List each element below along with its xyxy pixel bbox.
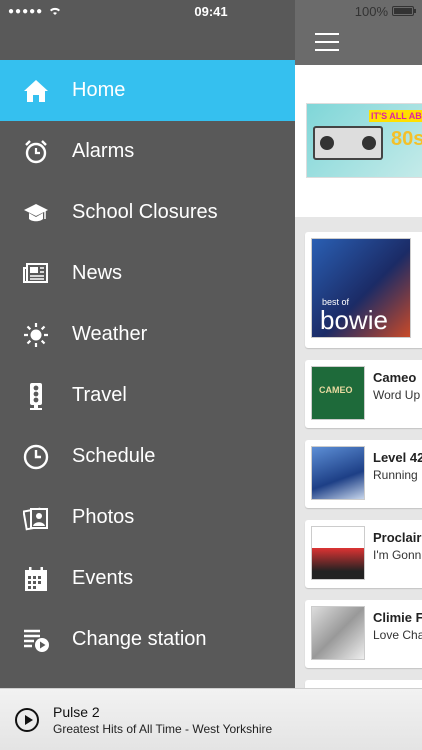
- menu-item-alarms[interactable]: Alarms: [0, 121, 295, 182]
- album-art-title: CAMEO: [319, 385, 353, 395]
- track-subtitle: Running: [373, 468, 418, 482]
- track-title: Cameo: [373, 370, 417, 385]
- menu-item-label: School Closures: [72, 201, 218, 223]
- traffic-light-icon: [0, 382, 72, 410]
- hamburger-menu-icon[interactable]: [315, 33, 339, 57]
- now-playing-info: Pulse 2 Greatest Hits of All Time - West…: [53, 704, 272, 736]
- track-subtitle: I'm Gonn: [373, 548, 422, 562]
- track-card[interactable]: best of bowie: [305, 232, 422, 348]
- battery-status: 100%: [354, 3, 416, 19]
- battery-percent: 100%: [354, 3, 388, 19]
- side-menu: Home Alarms School Closures News Weather: [0, 0, 295, 688]
- track-title: Climie F: [373, 610, 422, 625]
- track-subtitle: Word Up: [373, 388, 421, 402]
- album-art: [311, 606, 365, 660]
- track-card[interactable]: CAMEO Cameo Word Up: [305, 360, 422, 428]
- status-bar: ●●●●● 09:41 100%: [0, 0, 422, 22]
- banner-eighties: 80s: [391, 128, 422, 150]
- menu-item-label: Change station: [72, 628, 207, 650]
- menu-item-change-station[interactable]: Change station: [0, 609, 295, 670]
- newspaper-icon: [0, 262, 72, 286]
- menu-item-travel[interactable]: Travel: [0, 365, 295, 426]
- track-subtitle: Love Cha: [373, 628, 422, 642]
- sun-icon: [0, 322, 72, 348]
- album-art: best of bowie: [311, 238, 411, 338]
- play-icon[interactable]: [15, 707, 39, 732]
- home-content-panel[interactable]: IT'S ALL ABOUT T 80s best of bowie CAMEO…: [295, 0, 422, 688]
- track-title: Proclair: [373, 530, 422, 545]
- track-card[interactable]: Proclair I'm Gonn: [305, 520, 422, 588]
- menu-item-schedule[interactable]: Schedule: [0, 426, 295, 487]
- photos-icon: [0, 505, 72, 531]
- home-icon: [0, 78, 72, 104]
- menu-item-label: Photos: [72, 506, 135, 528]
- track-card[interactable]: Level 42 Running: [305, 440, 422, 508]
- promo-banner[interactable]: IT'S ALL ABOUT T 80s: [295, 65, 422, 217]
- playlist-icon: [0, 627, 72, 653]
- boombox-icon: [313, 126, 383, 160]
- track-card[interactable]: [305, 680, 422, 688]
- menu-list: Home Alarms School Closures News Weather: [0, 60, 295, 670]
- station-name: Pulse 2: [53, 703, 100, 720]
- menu-item-label: Events: [72, 567, 134, 589]
- album-art: CAMEO: [311, 366, 365, 420]
- signal-indicator: ●●●●●: [8, 6, 62, 17]
- menu-item-weather[interactable]: Weather: [0, 304, 295, 365]
- clock-icon: [0, 444, 72, 470]
- menu-item-label: Alarms: [72, 140, 135, 162]
- menu-item-label: Home: [72, 79, 126, 101]
- graduation-cap-icon: [0, 200, 72, 226]
- album-art: [311, 526, 365, 580]
- menu-item-label: Weather: [72, 323, 148, 345]
- menu-item-label: Travel: [72, 384, 127, 406]
- menu-item-news[interactable]: News: [0, 243, 295, 304]
- wifi-icon: [50, 7, 61, 15]
- menu-item-events[interactable]: Events: [0, 548, 295, 609]
- track-title: Level 42: [373, 450, 422, 465]
- menu-item-photos[interactable]: Photos: [0, 487, 295, 548]
- banner-image[interactable]: IT'S ALL ABOUT T 80s: [306, 103, 422, 178]
- now-playing-text: Greatest Hits of All Time - West Yorkshi…: [53, 721, 273, 736]
- menu-item-label: Schedule: [72, 445, 156, 467]
- battery-icon: [392, 6, 416, 16]
- banner-title: IT'S ALL ABOUT T: [369, 110, 422, 122]
- alarm-clock-icon: [0, 139, 72, 165]
- album-art-title: bowie: [320, 305, 388, 335]
- calendar-icon: [0, 566, 72, 592]
- album-art: [311, 446, 365, 500]
- track-card[interactable]: Climie F Love Cha: [305, 600, 422, 668]
- menu-item-label: News: [72, 262, 123, 284]
- menu-item-home[interactable]: Home: [0, 60, 295, 121]
- menu-item-school-closures[interactable]: School Closures: [0, 182, 295, 243]
- now-playing-bar[interactable]: Pulse 2 Greatest Hits of All Time - West…: [0, 688, 422, 750]
